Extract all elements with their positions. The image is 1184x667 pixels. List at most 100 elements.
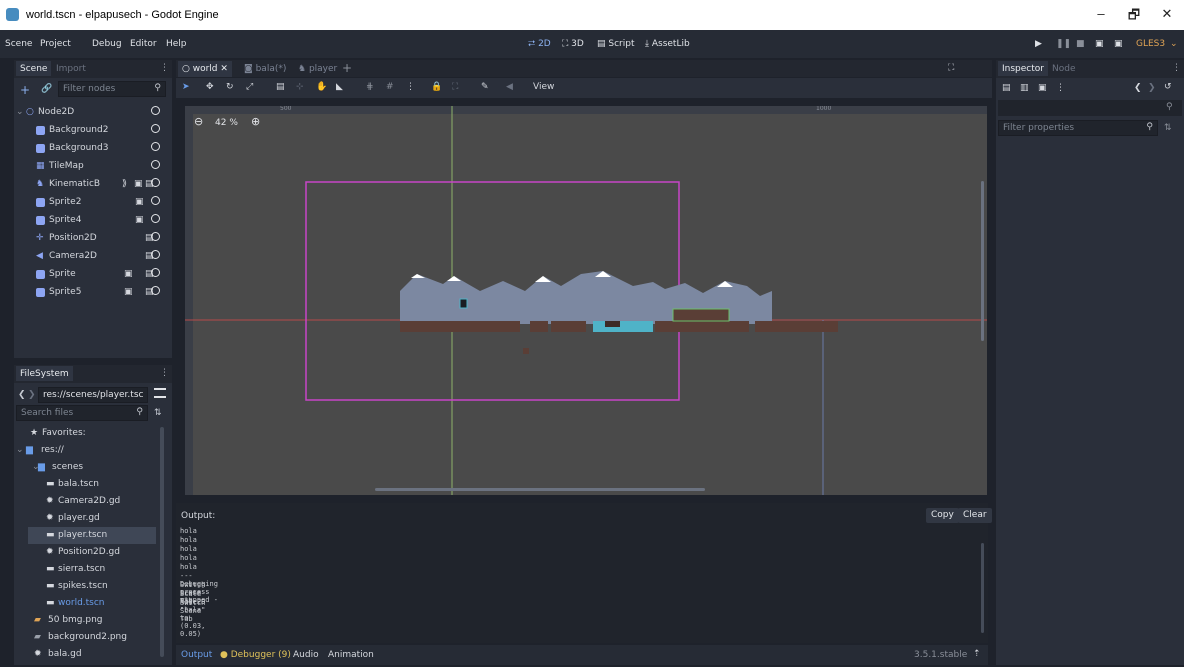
list-item-player-gd[interactable]: ✹ player.gd [14,510,174,527]
visibility-icon[interactable] [151,196,160,205]
rotate-tool-icon[interactable]: ↻ [226,82,234,92]
add-node-icon[interactable]: + [20,83,30,97]
scale-tool-icon[interactable]: ⤢ [246,82,253,92]
tab-scene[interactable]: Scene [16,61,52,76]
instance-icon[interactable]: ▣ [135,215,144,225]
back-arrow-icon[interactable]: ❮ [18,390,26,400]
visibility-icon[interactable] [151,250,160,259]
renderer-select[interactable]: GLES3 [1136,39,1165,49]
bone-icon[interactable]: ✎ [481,82,489,92]
menu-editor[interactable]: Editor [130,39,157,49]
list-item-background2-png[interactable]: ▰ background2.png [14,629,174,646]
save-resource-icon[interactable]: ▣ [1038,83,1047,93]
instance-icon[interactable]: ▣ [124,269,133,279]
history-back-icon[interactable]: ❮ [1134,83,1142,93]
zoom-out-icon[interactable]: ⊖ [194,115,203,128]
grid-snap-icon[interactable]: # [386,82,394,92]
canvas-viewport[interactable]: ⊖ 42 % ⊕ 500 1000 [185,106,987,495]
pivot-icon[interactable]: ⊹ [296,82,304,92]
ruler-tool-icon[interactable]: ◣ [336,82,343,92]
list-item-bala-gd[interactable]: ✹ bala.gd [14,646,174,663]
resource-menu-icon[interactable]: ⋮ [1056,83,1065,93]
visibility-icon[interactable] [151,214,160,223]
instance-icon[interactable]: ▣ [134,179,143,189]
tree-node-position2d[interactable]: ✛ Position2D ▤ [14,229,172,247]
tab-node[interactable]: Node [1048,61,1080,76]
menu-project[interactable]: Project [40,39,71,49]
list-item-bala-tscn[interactable]: ▬ bala.tscn [14,476,174,493]
horizontal-scrollbar[interactable] [375,488,705,491]
select-tool-icon[interactable]: ➤ [182,82,190,92]
clear-button[interactable]: Clear [958,508,992,523]
list-item-50-bmg-png[interactable]: ▰ 50 bmg.png [14,612,174,629]
menu-debug[interactable]: Debug [92,39,122,49]
zoom-in-icon[interactable]: ⊕ [251,115,260,128]
dock-menu-icon[interactable]: ⋮ [160,63,169,73]
visibility-icon[interactable] [151,178,160,187]
workspace-assetlib[interactable]: ⤓ AssetLib [645,39,690,49]
tab-player[interactable]: ♞ player [294,61,341,76]
tree-node-camera2d[interactable]: ◀ Camera2D ▤ [14,247,172,265]
view-menu[interactable]: View [533,82,554,92]
maximize-button[interactable]: 🗗 [1119,6,1149,28]
tab-output[interactable]: Output [181,650,212,660]
close-icon[interactable]: ✕ [220,64,228,74]
play-icon[interactable]: ▶ [1035,39,1042,49]
tree-node-sprite2[interactable]: Sprite2 ▣ [14,193,172,211]
tree-node-node2d[interactable]: ⌄ ○ Node2D [14,103,172,121]
object-properties-icon[interactable]: ⚲ [1166,102,1173,112]
pan-tool-icon[interactable]: ✋ [316,82,327,92]
new-resource-icon[interactable]: ▤ [1002,83,1011,93]
collapse-icon[interactable]: ⌄ [16,107,24,117]
smart-snap-icon[interactable]: ⋕ [366,82,374,92]
tab-audio[interactable]: Audio [293,650,319,660]
camera-override-icon[interactable]: ◀ [506,82,513,92]
workspace-script[interactable]: ▤ Script [597,39,634,49]
tree-node-kinematicbody[interactable]: ♞ KinematicB ⟫ ▣ ▤ [14,175,172,193]
list-item-scenes[interactable]: ⌄ ▆ scenes [14,459,174,476]
workspace-3d[interactable]: ⛶ 3D [562,39,584,49]
copy-button[interactable]: Copy [926,508,959,523]
filter-nodes-input[interactable]: Filter nodes ⚲ [58,81,166,97]
instance-icon[interactable]: ▣ [124,287,133,297]
list-item-player-tscn[interactable]: ▬ player.tscn [28,527,156,544]
tree-node-tilemap[interactable]: ▦ TileMap [14,157,172,175]
tab-debugger[interactable]: ● Debugger (9) [220,650,291,660]
visibility-icon[interactable] [151,142,160,151]
tree-node-sprite[interactable]: Sprite ▣ ▤ [14,265,172,283]
group-icon[interactable]: ⛶ [452,82,458,92]
visibility-icon[interactable] [151,232,160,241]
vertical-scrollbar[interactable] [981,181,984,341]
collapse-icon[interactable]: ⌄ [16,445,24,455]
list-item-camera2d-gd[interactable]: ✹ Camera2D.gd [14,493,174,510]
tab-import[interactable]: Import [52,61,90,76]
dock-menu-icon[interactable]: ⋮ [1172,63,1181,73]
sort-icon[interactable]: ⇅ [1164,123,1172,133]
pause-icon[interactable]: ❚❚ [1056,39,1071,49]
visibility-icon[interactable] [151,286,160,295]
tree-node-background3[interactable]: Background3 [14,139,172,157]
play-custom-scene-icon[interactable]: ▣ [1114,39,1123,49]
visibility-icon[interactable] [151,160,160,169]
lock-icon[interactable]: 🔒 [431,82,442,92]
visibility-icon[interactable] [151,268,160,277]
play-scene-icon[interactable]: ▣ [1095,39,1104,49]
list-item-world-tscn[interactable]: ▬ world.tscn [14,595,174,612]
pin-panel-icon[interactable]: ⇡ [973,649,981,659]
output-scrollbar[interactable] [981,543,984,633]
visibility-icon[interactable] [151,124,160,133]
list-item-position2d-gd[interactable]: ✹ Position2D.gd [14,544,174,561]
list-item-favorites[interactable]: ★ Favorites: [14,425,174,442]
stop-icon[interactable]: ■ [1076,39,1085,49]
list-view-icon[interactable] [154,388,166,398]
history-icon[interactable]: ↺ [1164,82,1172,92]
add-tab-icon[interactable]: + [342,61,352,75]
list-select-icon[interactable]: ▤ [276,82,285,92]
dock-menu-icon[interactable]: ⋮ [160,368,169,378]
list-item-sierra-tscn[interactable]: ▬ sierra.tscn [14,561,174,578]
tab-inspector[interactable]: Inspector [998,61,1048,76]
tab-world[interactable]: ○ world ✕ [178,61,232,77]
history-forward-icon[interactable]: ❯ [1148,83,1156,93]
tab-bala[interactable]: ◙ bala(*) [240,61,290,76]
list-item-res[interactable]: ⌄ ▆ res:// [14,442,174,459]
